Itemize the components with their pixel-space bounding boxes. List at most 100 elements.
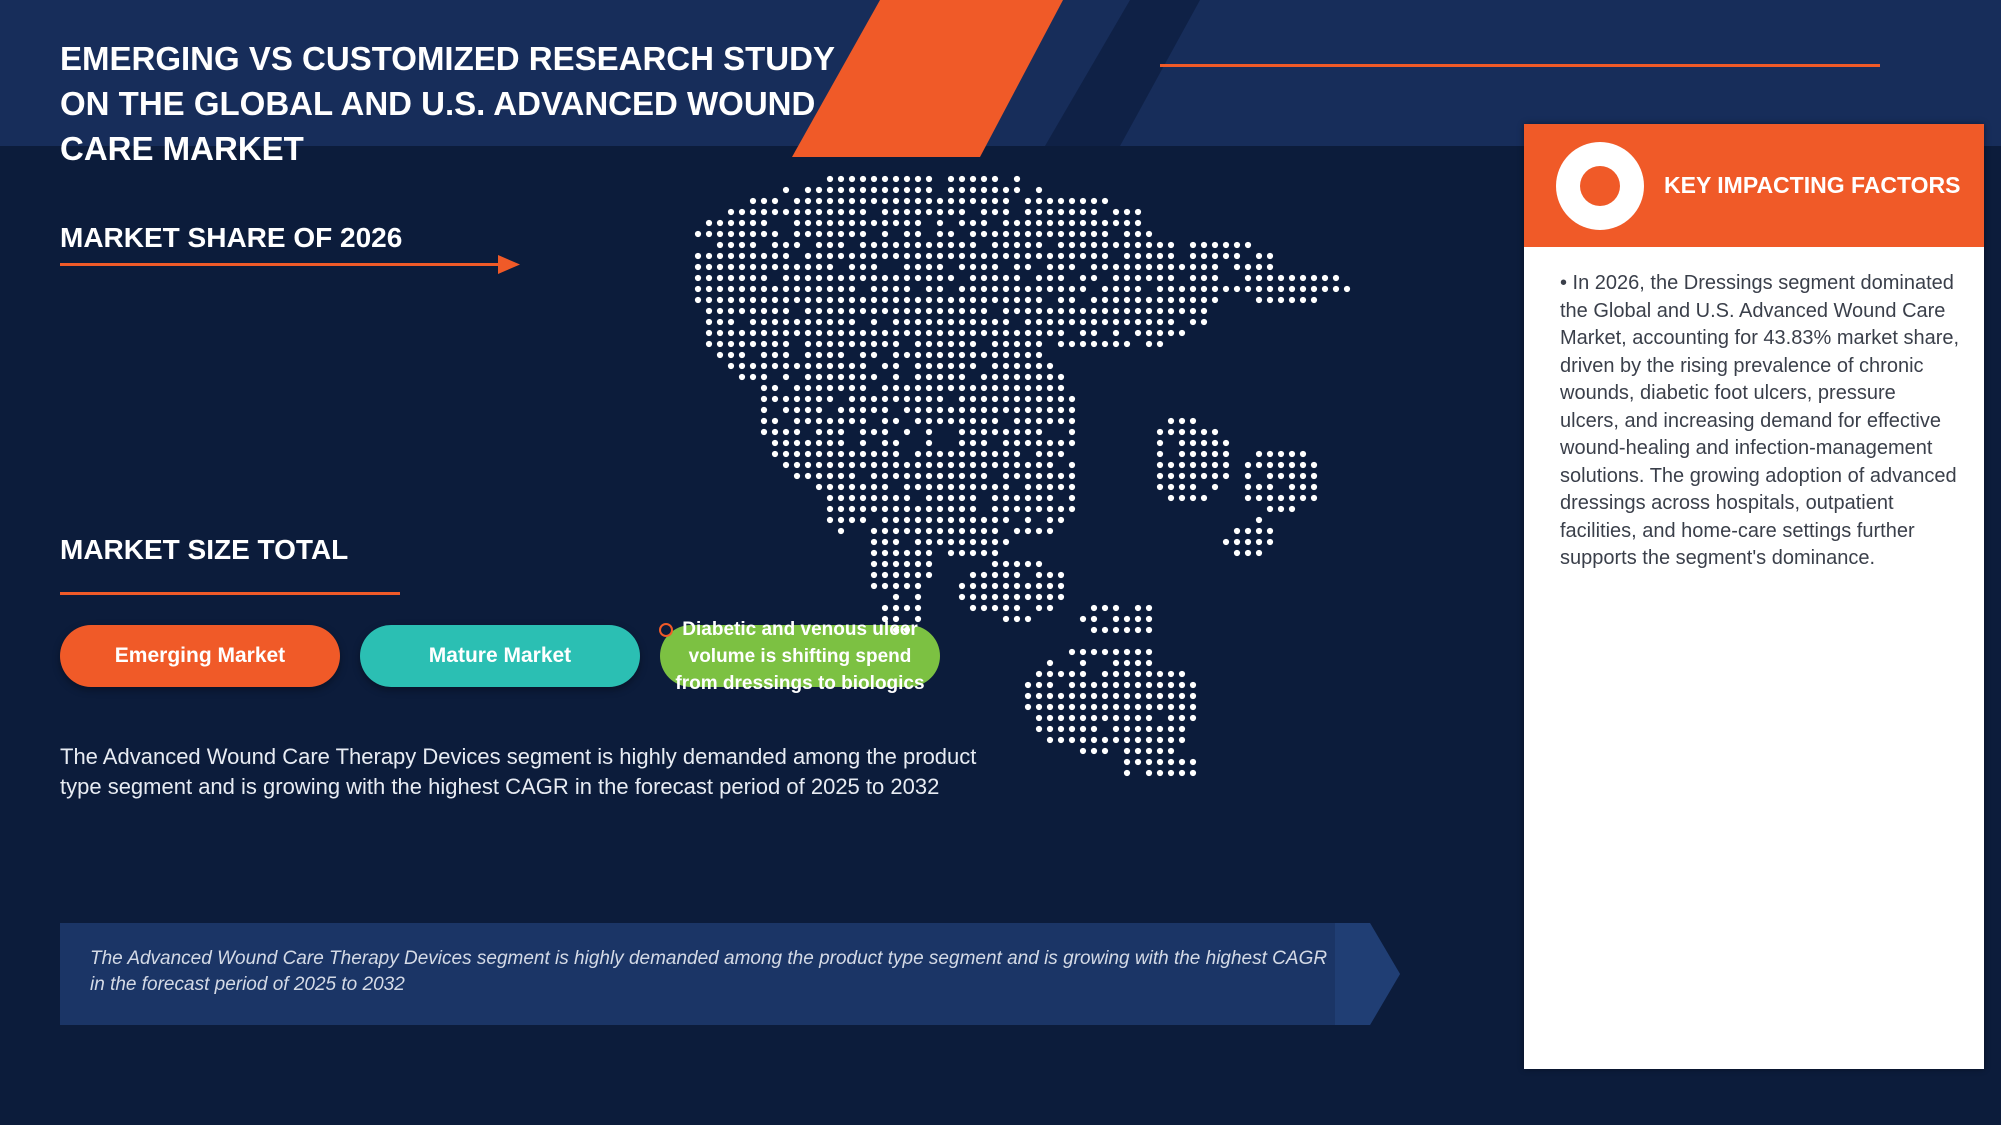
map-dot	[1101, 692, 1109, 700]
map-dot	[716, 340, 724, 348]
map-dot	[969, 351, 977, 359]
map-dot	[892, 439, 900, 447]
map-dot	[1123, 208, 1131, 216]
map-dot	[1167, 747, 1175, 755]
map-dot	[1057, 384, 1065, 392]
map-dot	[870, 318, 878, 326]
map-dot	[903, 494, 911, 502]
map-dot	[1068, 725, 1076, 733]
map-dot	[826, 285, 834, 293]
map-dot	[1255, 285, 1263, 293]
map-dot	[980, 428, 988, 436]
map-dot	[804, 395, 812, 403]
map-dot	[837, 472, 845, 480]
map-dot	[1123, 318, 1131, 326]
map-dot	[815, 208, 823, 216]
map-dot	[1024, 285, 1032, 293]
map-dot	[881, 483, 889, 491]
map-dot	[826, 296, 834, 304]
map-dot	[914, 296, 922, 304]
map-dot	[848, 450, 856, 458]
map-dot	[804, 208, 812, 216]
map-dot	[1024, 307, 1032, 315]
map-dot	[1244, 483, 1252, 491]
map-dot	[914, 362, 922, 370]
map-dot	[705, 274, 713, 282]
map-dot	[870, 175, 878, 183]
map-dot	[1035, 571, 1043, 579]
map-dot	[1101, 681, 1109, 689]
map-dot	[1233, 241, 1241, 249]
map-dot	[1068, 681, 1076, 689]
map-dot	[1035, 285, 1043, 293]
map-dot	[1002, 461, 1010, 469]
map-dot	[705, 340, 713, 348]
map-dot	[815, 472, 823, 480]
map-dot	[837, 285, 845, 293]
map-dot	[1002, 395, 1010, 403]
map-dot	[1299, 483, 1307, 491]
map-dot	[1079, 208, 1087, 216]
map-dot	[1101, 747, 1109, 755]
map-dot	[738, 219, 746, 227]
map-dot	[969, 461, 977, 469]
emerging-market-button[interactable]: Emerging Market	[60, 625, 340, 687]
map-dot	[804, 406, 812, 414]
map-dot	[958, 450, 966, 458]
map-dot	[826, 230, 834, 238]
map-dot	[1068, 307, 1076, 315]
map-dot	[1024, 483, 1032, 491]
map-dot	[837, 483, 845, 491]
map-dot	[980, 373, 988, 381]
map-dot	[1156, 274, 1164, 282]
map-dot	[815, 252, 823, 260]
insight-pill[interactable]: Diabetic and venous ulcer volume is shif…	[660, 619, 940, 694]
map-dot	[1057, 582, 1065, 590]
map-dot	[1189, 241, 1197, 249]
map-dot	[1013, 406, 1021, 414]
map-dot	[1101, 307, 1109, 315]
page-title: EMERGING VS CUSTOMIZED RESEARCH STUDY ON…	[60, 40, 835, 167]
map-dot	[1123, 285, 1131, 293]
map-dot	[1057, 252, 1065, 260]
map-dot	[936, 472, 944, 480]
map-dot	[815, 450, 823, 458]
map-dot	[892, 274, 900, 282]
map-dot	[870, 472, 878, 480]
map-dot	[760, 329, 768, 337]
dark-stripe	[1045, 0, 1200, 146]
map-dot	[903, 186, 911, 194]
map-dot	[782, 373, 790, 381]
map-dot	[1068, 472, 1076, 480]
map-dot	[1090, 318, 1098, 326]
map-dot	[1068, 714, 1076, 722]
map-dot	[914, 549, 922, 557]
map-dot	[793, 208, 801, 216]
map-dot	[1167, 725, 1175, 733]
map-dot	[859, 296, 867, 304]
map-dot	[1321, 274, 1329, 282]
map-dot	[1046, 714, 1054, 722]
map-dot	[848, 296, 856, 304]
map-dot	[782, 241, 790, 249]
map-dot	[914, 538, 922, 546]
map-dot	[848, 307, 856, 315]
map-dot	[870, 395, 878, 403]
map-dot	[969, 439, 977, 447]
map-dot	[936, 527, 944, 535]
map-dot	[716, 296, 724, 304]
map-dot	[936, 340, 944, 348]
map-dot	[793, 428, 801, 436]
map-dot	[771, 351, 779, 359]
map-dot	[1090, 241, 1098, 249]
map-dot	[1244, 461, 1252, 469]
map-dot	[936, 296, 944, 304]
map-dot	[980, 593, 988, 601]
map-dot	[1156, 263, 1164, 271]
map-dot	[1101, 714, 1109, 722]
map-dot	[782, 307, 790, 315]
map-dot	[947, 527, 955, 535]
map-dot	[1002, 494, 1010, 502]
mature-market-button[interactable]: Mature Market	[360, 625, 640, 687]
map-dot	[804, 329, 812, 337]
